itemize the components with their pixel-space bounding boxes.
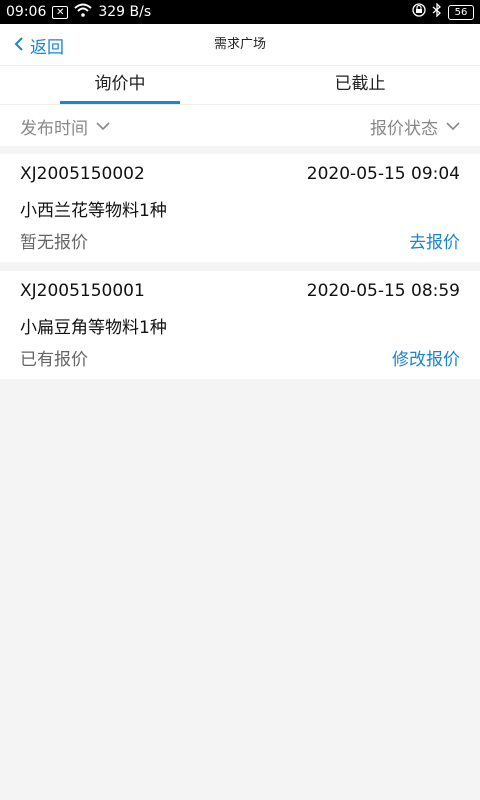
status-time: 09:06 bbox=[6, 4, 47, 20]
tab-inquiring[interactable]: 询价中 bbox=[0, 66, 240, 104]
chevron-down-icon bbox=[96, 116, 110, 136]
battery-icon: 56 bbox=[448, 4, 474, 20]
tab-bar: 询价中 已截止 bbox=[0, 66, 480, 104]
item-datetime: 2020-05-15 09:04 bbox=[306, 164, 460, 184]
item-id: XJ2005150002 bbox=[20, 164, 145, 184]
status-bar: 09:06 ✕ 329 B/s 56 bbox=[0, 0, 480, 24]
item-header: XJ2005150002 2020-05-15 09:04 bbox=[20, 164, 460, 184]
filter-label: 报价状态 bbox=[370, 118, 438, 139]
item-footer: 已有报价 修改报价 bbox=[20, 345, 460, 370]
wifi-icon bbox=[74, 3, 93, 21]
item-title: 小西兰花等物料1种 bbox=[20, 201, 167, 221]
item-footer: 暂无报价 去报价 bbox=[20, 228, 460, 253]
quote-button[interactable]: 去报价 bbox=[409, 228, 460, 253]
bluetooth-icon bbox=[432, 2, 442, 21]
tab-closed[interactable]: 已截止 bbox=[240, 66, 480, 104]
list-item[interactable]: XJ2005150002 2020-05-15 09:04 小西兰花等物料1种 … bbox=[0, 154, 480, 262]
item-header: XJ2005150001 2020-05-15 08:59 bbox=[20, 281, 460, 301]
modify-quote-button[interactable]: 修改报价 bbox=[392, 345, 460, 370]
network-speed: 329 B/s bbox=[98, 4, 152, 20]
publish-time-filter[interactable]: 发布时间 bbox=[20, 105, 110, 147]
status-bar-left: 09:06 ✕ 329 B/s bbox=[6, 3, 151, 21]
quote-status: 暂无报价 bbox=[20, 233, 88, 253]
nav-bar: 返回 需求广场 bbox=[0, 24, 480, 66]
list-item[interactable]: XJ2005150001 2020-05-15 08:59 小扁豆角等物料1种 … bbox=[0, 271, 480, 379]
status-bar-right: 56 bbox=[412, 2, 474, 21]
tab-label: 询价中 bbox=[94, 74, 146, 94]
quote-status: 已有报价 bbox=[20, 350, 88, 370]
item-id: XJ2005150001 bbox=[20, 281, 145, 301]
item-title: 小扁豆角等物料1种 bbox=[20, 318, 167, 338]
filter-label: 发布时间 bbox=[20, 118, 88, 139]
filter-bar: 发布时间 报价状态 bbox=[0, 104, 480, 146]
page-title: 需求广场 bbox=[213, 37, 266, 52]
x-box-icon: ✕ bbox=[52, 5, 69, 19]
chevron-down-icon bbox=[446, 116, 460, 136]
tab-label: 已截止 bbox=[334, 74, 386, 94]
lock-icon bbox=[412, 3, 426, 21]
quote-status-filter[interactable]: 报价状态 bbox=[370, 105, 460, 147]
item-datetime: 2020-05-15 08:59 bbox=[306, 281, 460, 301]
